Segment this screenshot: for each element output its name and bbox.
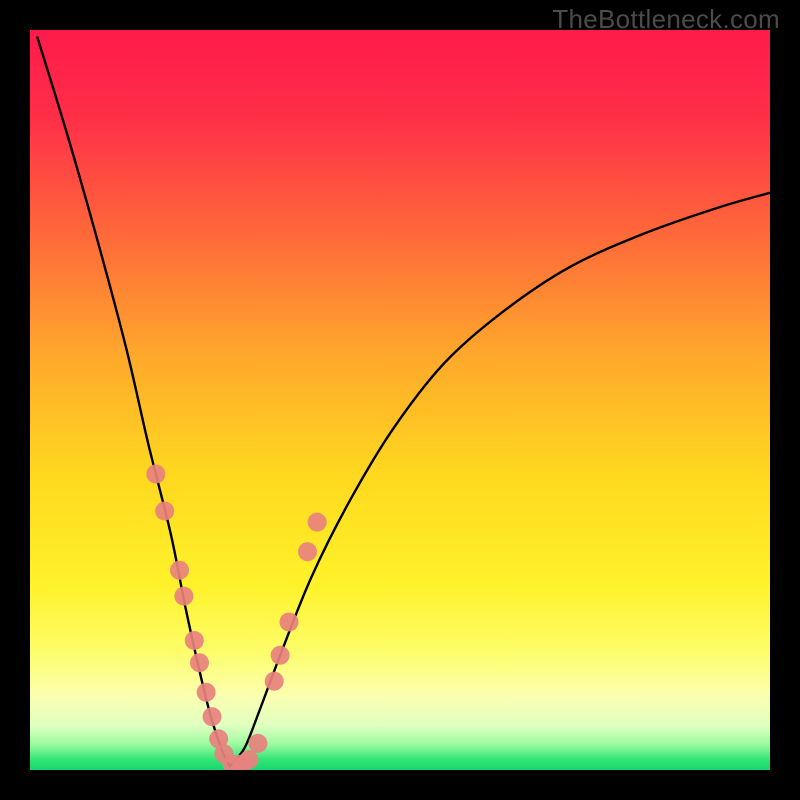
marker-dot [308,513,327,532]
plot-area [30,30,770,770]
marker-dot [197,683,216,702]
marker-dot [155,502,174,521]
marker-dot [170,561,189,580]
watermark-text: TheBottleneck.com [552,4,780,35]
marker-dot [185,631,204,650]
marker-dot [248,734,267,753]
marker-dot [203,707,222,726]
marker-dot [146,465,165,484]
chart-frame: TheBottleneck.com [0,0,800,800]
marker-dot [298,542,317,561]
marker-dot [280,613,299,632]
marker-dot [190,653,209,672]
marker-dot [240,750,259,769]
marker-dot [265,672,284,691]
marker-dot [174,587,193,606]
marker-dots [146,465,326,771]
marker-dot [271,646,290,665]
curve-layer [30,30,770,770]
curve-right-branch [230,193,770,767]
